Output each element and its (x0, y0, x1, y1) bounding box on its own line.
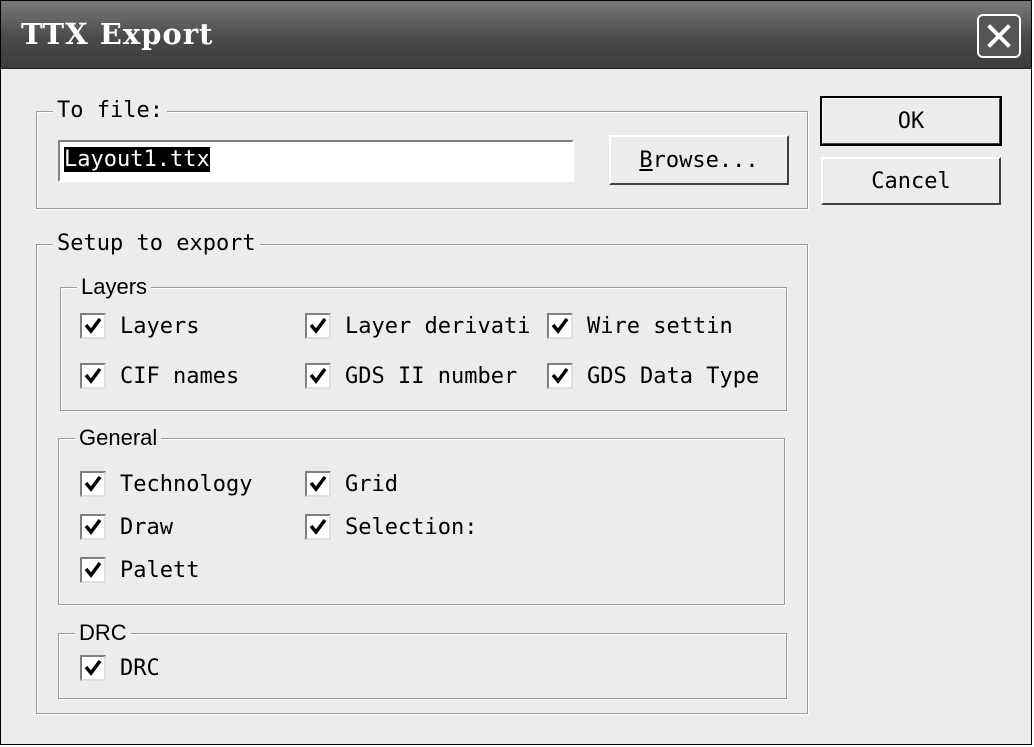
dialog-title: TTX Export (21, 17, 214, 51)
checkbox-box[interactable] (305, 363, 331, 389)
checkmark-icon (551, 317, 569, 334)
checkmark-icon (309, 367, 327, 384)
checkbox-box[interactable] (305, 313, 331, 339)
checkmark-icon (551, 367, 569, 384)
to-file-legend: To file: (53, 98, 167, 124)
checkbox-drc[interactable]: DRC (80, 655, 280, 681)
checkmark-icon (84, 475, 102, 492)
checkbox-box[interactable] (305, 514, 331, 540)
checkbox-label: GDS II number (345, 363, 518, 389)
general-legend: General (75, 425, 162, 451)
checkbox-label: Layers (120, 313, 200, 339)
checkbox-label: Palett (120, 557, 200, 583)
checkbox-label: Technology (120, 471, 253, 497)
browse-button[interactable]: Browse... (609, 135, 789, 185)
checkbox-label: DRC (120, 655, 160, 681)
checkbox-label: GDS Data Type (587, 363, 760, 389)
checkbox-layer-derivation[interactable]: Layer derivati (305, 313, 545, 339)
ttx-export-dialog: TTX Export To file: Layout1.ttx Browse..… (0, 0, 1032, 745)
close-button[interactable] (977, 14, 1021, 58)
title-bar[interactable]: TTX Export (1, 1, 1031, 69)
checkbox-box[interactable] (80, 655, 106, 681)
checkbox-wire-settings[interactable]: Wire settin (547, 313, 777, 339)
checkbox-label: Wire settin (587, 313, 733, 339)
checkbox-label: Layer derivati (345, 313, 531, 339)
checkbox-box[interactable] (80, 313, 106, 339)
ok-button-label: OK (897, 108, 925, 134)
checkbox-selection[interactable]: Selection: (305, 514, 485, 540)
checkbox-box[interactable] (80, 471, 106, 497)
checkmark-icon (84, 561, 102, 578)
checkbox-label: Draw (120, 514, 173, 540)
checkbox-gds-data-type[interactable]: GDS Data Type (547, 363, 783, 389)
layers-group: Layers (60, 274, 787, 411)
checkbox-draw[interactable]: Draw (80, 514, 290, 540)
browse-button-label: Browse... (639, 147, 759, 173)
browse-label-rest: rowse... (652, 147, 759, 173)
checkmark-icon (309, 317, 327, 334)
checkbox-box[interactable] (305, 471, 331, 497)
drc-legend: DRC (75, 620, 131, 646)
checkmark-icon (309, 475, 327, 492)
checkbox-label: Grid (345, 471, 398, 497)
checkmark-icon (84, 317, 102, 334)
checkbox-box[interactable] (547, 313, 573, 339)
checkbox-grid[interactable]: Grid (305, 471, 505, 497)
checkbox-layers[interactable]: Layers (80, 313, 290, 339)
checkmark-icon (309, 518, 327, 535)
layers-legend: Layers (77, 274, 152, 300)
checkbox-box[interactable] (547, 363, 573, 389)
checkbox-gds-ii-number[interactable]: GDS II number (305, 363, 545, 389)
cancel-button-label: Cancel (871, 168, 951, 194)
checkbox-palette[interactable]: Palett (80, 557, 218, 583)
checkmark-icon (84, 367, 102, 384)
checkbox-box[interactable] (80, 557, 106, 583)
close-icon (987, 24, 1011, 48)
setup-legend: Setup to export (53, 231, 260, 257)
ok-button[interactable]: OK (820, 96, 1002, 146)
checkbox-technology[interactable]: Technology (80, 471, 290, 497)
checkmark-icon (84, 518, 102, 535)
checkbox-box[interactable] (80, 363, 106, 389)
file-name-input[interactable]: Layout1.ttx (58, 140, 574, 182)
checkbox-cif-names[interactable]: CIF names (80, 363, 290, 389)
checkbox-label: CIF names (120, 363, 240, 389)
cancel-button[interactable]: Cancel (821, 157, 1001, 205)
checkbox-label: Selection: (345, 514, 478, 540)
file-name-value: Layout1.ttx (64, 147, 210, 172)
checkbox-box[interactable] (80, 514, 106, 540)
checkmark-icon (84, 659, 102, 676)
